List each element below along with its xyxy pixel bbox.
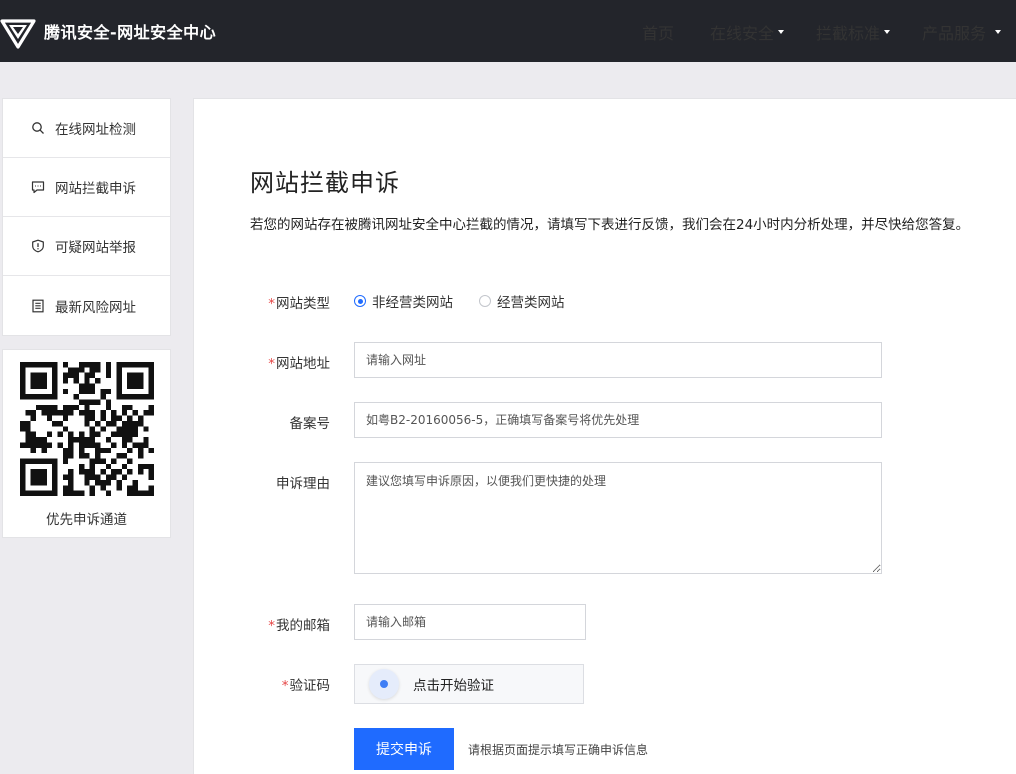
radio-checked-icon <box>354 295 366 307</box>
site-url-input[interactable] <box>354 342 882 378</box>
sidebar-item-label: 在线网址检测 <box>55 122 136 138</box>
captcha-label: *验证码 <box>194 674 330 694</box>
page-title: 网站拦截申诉 <box>250 169 400 197</box>
captcha-label-text: 验证码 <box>289 678 331 694</box>
document-icon <box>32 299 44 312</box>
appeal-reason-textarea[interactable] <box>354 462 882 574</box>
caret-down-icon <box>778 30 785 34</box>
caret-down-icon <box>884 30 891 34</box>
required-mark: * <box>268 356 275 372</box>
icp-number-input[interactable] <box>354 402 882 438</box>
radio-unchecked-icon <box>479 295 491 307</box>
required-mark: * <box>268 296 275 312</box>
reason-label: 申诉理由 <box>276 476 330 492</box>
captcha-button-text: 点击开始验证 <box>413 678 494 694</box>
sidebar-item-url-check[interactable]: 在线网址检测 <box>3 99 170 158</box>
icp-label: 备案号 <box>289 416 331 432</box>
site-type-label: *网站类型 <box>194 292 330 312</box>
submit-tip: 请根据页面提示填写正确申诉信息 <box>468 743 649 757</box>
page-description: 若您的网站存在被腾讯网址安全中心拦截的情况，请填写下表进行反馈，我们会在24小时… <box>250 217 970 233</box>
nav-item-online-security[interactable]: 在线安全 <box>710 20 785 44</box>
radio-non-commercial[interactable]: 非经营类网站 <box>354 291 453 311</box>
email-label: *我的邮箱 <box>194 614 330 634</box>
site-url-label-text: 网站地址 <box>276 356 330 372</box>
nav-online-security-label: 在线安全 <box>710 24 775 43</box>
sidebar-item-label: 网站拦截申诉 <box>55 181 136 197</box>
email-input[interactable] <box>354 604 586 640</box>
nav-item-block-standard[interactable]: 拦截标准 <box>816 20 891 44</box>
nav-home-label: 首页 <box>642 24 675 43</box>
site-url-label: *网站地址 <box>194 352 330 372</box>
radio-label: 经营类网站 <box>497 295 565 311</box>
required-mark: * <box>281 678 289 694</box>
nav-products-label: 产品服务 <box>922 24 987 43</box>
qr-label: 优先申诉通道 <box>46 512 127 528</box>
sidebar-item-latest-risk[interactable]: 最新风险网址 <box>3 276 170 335</box>
required-mark: * <box>268 618 275 634</box>
site-type-label-text: 网站类型 <box>276 296 330 312</box>
captcha-verify-button[interactable]: 点击开始验证 <box>354 664 584 704</box>
search-icon <box>32 122 44 134</box>
radio-commercial[interactable]: 经营类网站 <box>479 291 565 311</box>
email-label-text: 我的邮箱 <box>276 618 330 634</box>
shield-icon <box>32 239 44 253</box>
sidebar-item-block-appeal[interactable]: 网站拦截申诉 <box>3 158 170 217</box>
sidebar-menu: 在线网址检测 网站拦截申诉 可疑网站举报 最新风险网址 <box>2 98 171 336</box>
site-type-radio-group: 非经营类网站 经营类网站 <box>354 291 591 311</box>
radio-label: 非经营类网站 <box>372 295 453 311</box>
brand[interactable]: 腾讯安全-网址安全中心 <box>0 12 216 50</box>
sidebar-item-report-suspicious[interactable]: 可疑网站举报 <box>3 217 170 276</box>
tencent-security-logo-icon <box>0 19 36 49</box>
top-navigation-bar: 腾讯安全-网址安全中心 首页 在线安全 拦截标准 产品服务 <box>0 0 1016 62</box>
chat-icon <box>31 181 45 194</box>
priority-appeal-qr-panel: 优先申诉通道 <box>2 349 171 538</box>
nav-item-home[interactable]: 首页 <box>642 20 674 44</box>
submit-appeal-button[interactable]: 提交申诉 <box>354 728 454 770</box>
captcha-indicator-icon <box>369 669 399 699</box>
sidebar-item-label: 可疑网站举报 <box>55 240 136 256</box>
qr-code-icon <box>20 362 154 496</box>
caret-down-icon <box>995 30 1002 34</box>
sidebar-item-label: 最新风险网址 <box>55 299 136 316</box>
appeal-form-panel: 网站拦截申诉 若您的网站存在被腾讯网址安全中心拦截的情况，请填写下表进行反馈，我… <box>193 98 1016 774</box>
nav-block-standard-label: 拦截标准 <box>816 24 881 43</box>
nav-item-products[interactable]: 产品服务 <box>922 20 1002 44</box>
brand-title: 腾讯安全-网址安全中心 <box>44 23 217 42</box>
